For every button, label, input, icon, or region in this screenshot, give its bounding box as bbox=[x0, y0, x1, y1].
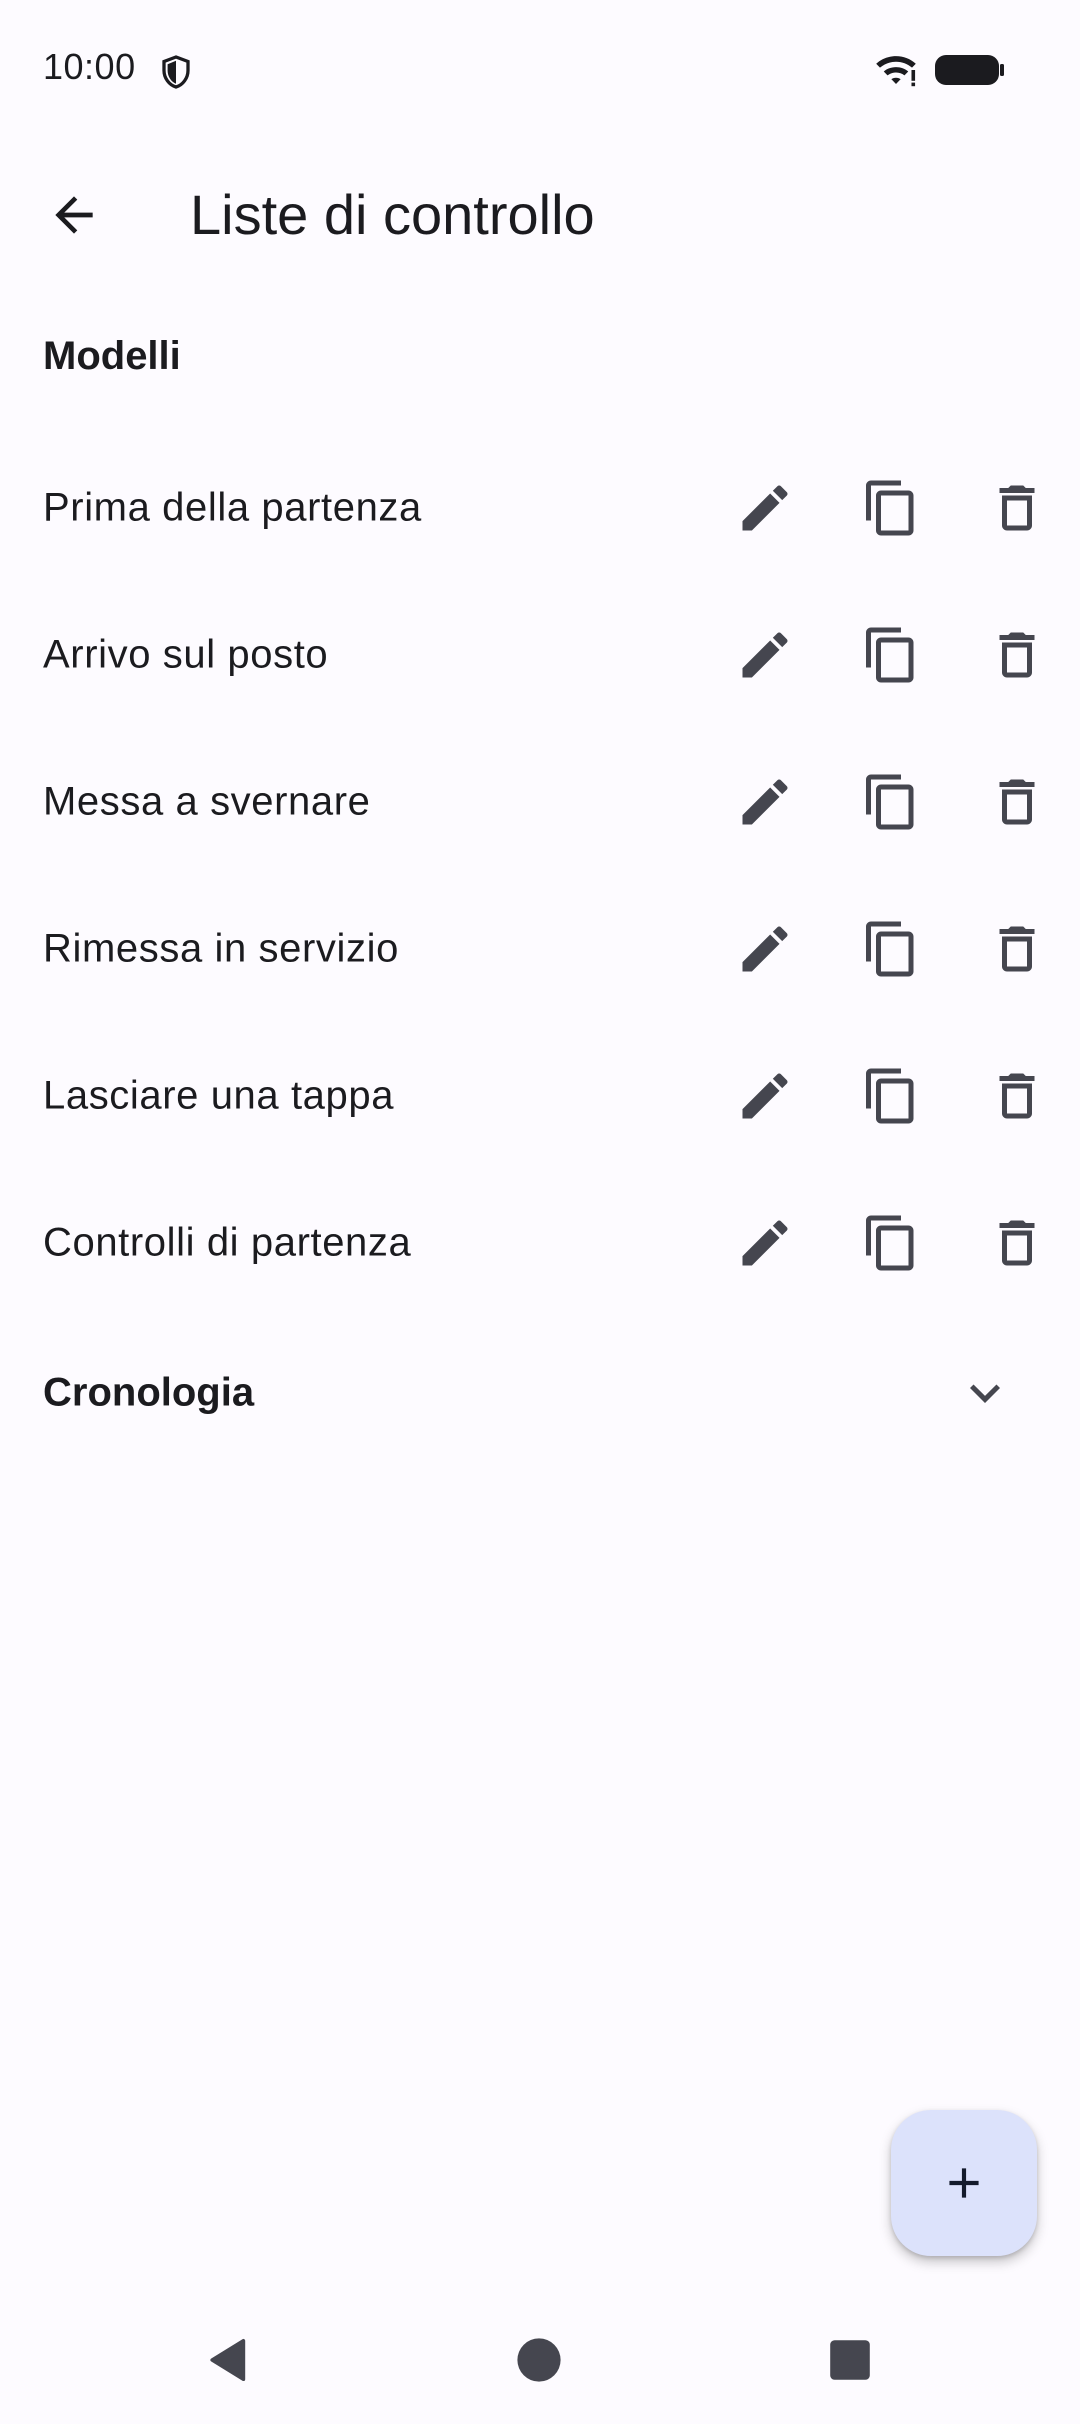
nav-home-button[interactable] bbox=[499, 2320, 579, 2400]
edit-icon bbox=[742, 1219, 788, 1265]
copy-icon bbox=[866, 480, 914, 535]
battery-icon bbox=[934, 52, 1006, 88]
template-label: Rimessa in servizio bbox=[43, 926, 399, 970]
edit-button[interactable] bbox=[717, 460, 813, 556]
delete-icon bbox=[999, 1073, 1035, 1118]
nav-recents-button[interactable] bbox=[810, 2320, 890, 2400]
page-title: Liste di controllo bbox=[190, 183, 595, 246]
copy-button[interactable] bbox=[843, 607, 939, 703]
copy-button[interactable] bbox=[843, 1195, 939, 1291]
edit-icon bbox=[742, 925, 788, 971]
copy-button[interactable] bbox=[843, 460, 939, 556]
copy-button[interactable] bbox=[843, 1048, 939, 1144]
copy-button[interactable] bbox=[843, 754, 939, 850]
delete-button[interactable] bbox=[969, 607, 1065, 703]
template-row[interactable]: Messa a svernare bbox=[0, 728, 1080, 875]
edit-button[interactable] bbox=[717, 901, 813, 997]
edit-icon bbox=[742, 778, 788, 824]
add-checklist-fab[interactable] bbox=[891, 2110, 1037, 2256]
edit-button[interactable] bbox=[717, 1195, 813, 1291]
history-expander[interactable]: Cronologia bbox=[0, 1318, 1080, 1468]
wifi-icon bbox=[874, 52, 918, 88]
template-label: Arrivo sul posto bbox=[43, 632, 329, 676]
delete-icon bbox=[999, 779, 1035, 824]
nav-back-button[interactable] bbox=[189, 2320, 269, 2400]
section-header-templates: Modelli bbox=[43, 334, 181, 378]
template-label: Prima della partenza bbox=[43, 485, 422, 529]
plus-icon bbox=[949, 2168, 979, 2198]
delete-icon bbox=[999, 485, 1035, 530]
delete-icon bbox=[999, 926, 1035, 971]
template-label: Lasciare una tappa bbox=[43, 1073, 395, 1117]
chevron-down-icon bbox=[970, 1384, 1000, 1403]
template-row[interactable]: Rimessa in servizio bbox=[0, 875, 1080, 1022]
arrow-back-icon bbox=[55, 196, 93, 234]
edit-button[interactable] bbox=[717, 607, 813, 703]
screen: 10:00 Liste di controllo Modelli Prima d… bbox=[0, 0, 1080, 2424]
copy-icon bbox=[866, 774, 914, 829]
back-button[interactable] bbox=[34, 175, 114, 255]
delete-button[interactable] bbox=[969, 1195, 1065, 1291]
status-bar: 10:00 bbox=[0, 0, 1080, 140]
copy-icon bbox=[866, 921, 914, 976]
template-label: Messa a svernare bbox=[43, 779, 371, 823]
delete-button[interactable] bbox=[969, 1048, 1065, 1144]
edit-icon bbox=[742, 631, 788, 677]
app-bar: Liste di controllo bbox=[0, 140, 1080, 290]
template-label: Controlli di partenza bbox=[43, 1220, 412, 1264]
shield-icon bbox=[158, 52, 194, 92]
square-recents-icon bbox=[830, 2340, 870, 2380]
template-row[interactable]: Arrivo sul posto bbox=[0, 581, 1080, 728]
edit-button[interactable] bbox=[717, 1048, 813, 1144]
delete-icon bbox=[999, 1220, 1035, 1265]
delete-button[interactable] bbox=[969, 754, 1065, 850]
template-list: Prima della partenza Arrivo sul posto Me… bbox=[0, 434, 1080, 1316]
template-row[interactable]: Lasciare una tappa bbox=[0, 1022, 1080, 1169]
edit-icon bbox=[742, 484, 788, 530]
section-header-history: Cronologia bbox=[43, 1370, 255, 1415]
delete-button[interactable] bbox=[969, 901, 1065, 997]
copy-icon bbox=[866, 1068, 914, 1123]
triangle-back-icon bbox=[210, 2339, 246, 2381]
copy-button[interactable] bbox=[843, 901, 939, 997]
edit-icon bbox=[742, 1072, 788, 1118]
template-row[interactable]: Controlli di partenza bbox=[0, 1169, 1080, 1316]
copy-icon bbox=[866, 1215, 914, 1270]
copy-icon bbox=[866, 627, 914, 682]
status-time: 10:00 bbox=[43, 46, 136, 87]
template-row[interactable]: Prima della partenza bbox=[0, 434, 1080, 581]
delete-button[interactable] bbox=[969, 460, 1065, 556]
circle-home-icon bbox=[517, 2338, 561, 2382]
edit-button[interactable] bbox=[717, 754, 813, 850]
system-nav-bar bbox=[0, 2294, 1080, 2424]
delete-icon bbox=[999, 632, 1035, 677]
